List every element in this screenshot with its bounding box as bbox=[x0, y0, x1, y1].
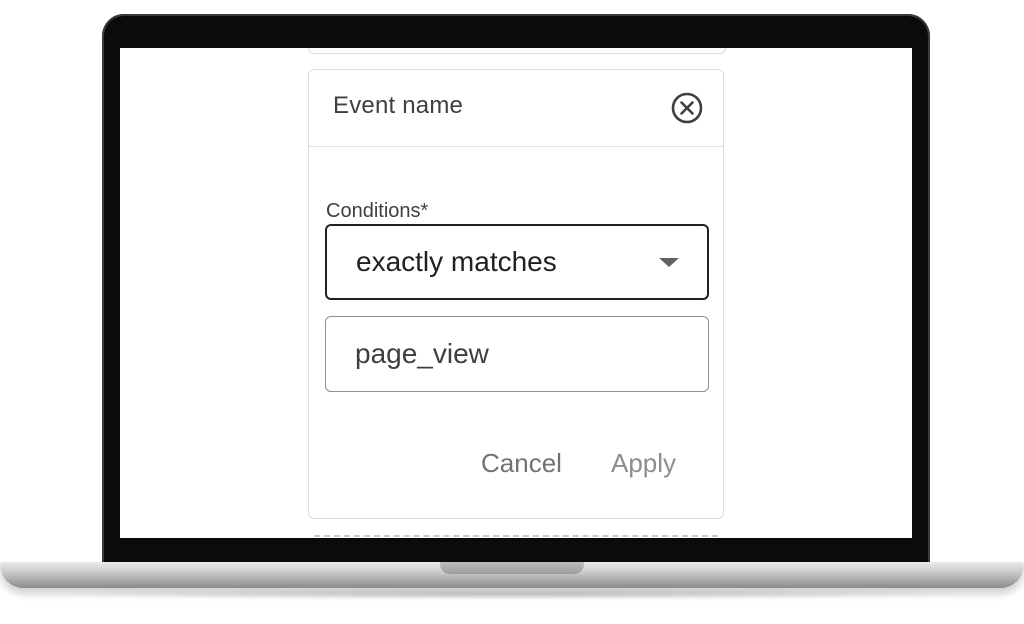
match-type-value: exactly matches bbox=[356, 246, 557, 277]
laptop-screen: Event name Conditions* exactly matches C… bbox=[120, 48, 912, 538]
cancel-button[interactable]: Cancel bbox=[481, 448, 562, 479]
conditions-label: Conditions* bbox=[326, 200, 429, 222]
close-button[interactable] bbox=[669, 90, 705, 126]
card-title: Event name bbox=[333, 92, 464, 119]
apply-button[interactable]: Apply bbox=[611, 448, 676, 479]
dropdown-arrow-icon bbox=[659, 258, 679, 267]
match-type-dropdown[interactable]: exactly matches bbox=[325, 224, 709, 300]
previous-card-edge bbox=[308, 48, 726, 54]
event-value-input[interactable] bbox=[325, 316, 709, 392]
dashed-divider bbox=[314, 535, 718, 537]
laptop-shadow bbox=[40, 588, 984, 600]
close-circle-icon bbox=[671, 92, 703, 124]
card-header: Event name bbox=[309, 70, 723, 147]
laptop-mockup: Event name Conditions* exactly matches C… bbox=[0, 0, 1024, 624]
filter-card: Event name Conditions* exactly matches C… bbox=[308, 69, 724, 519]
laptop-notch bbox=[440, 562, 584, 574]
